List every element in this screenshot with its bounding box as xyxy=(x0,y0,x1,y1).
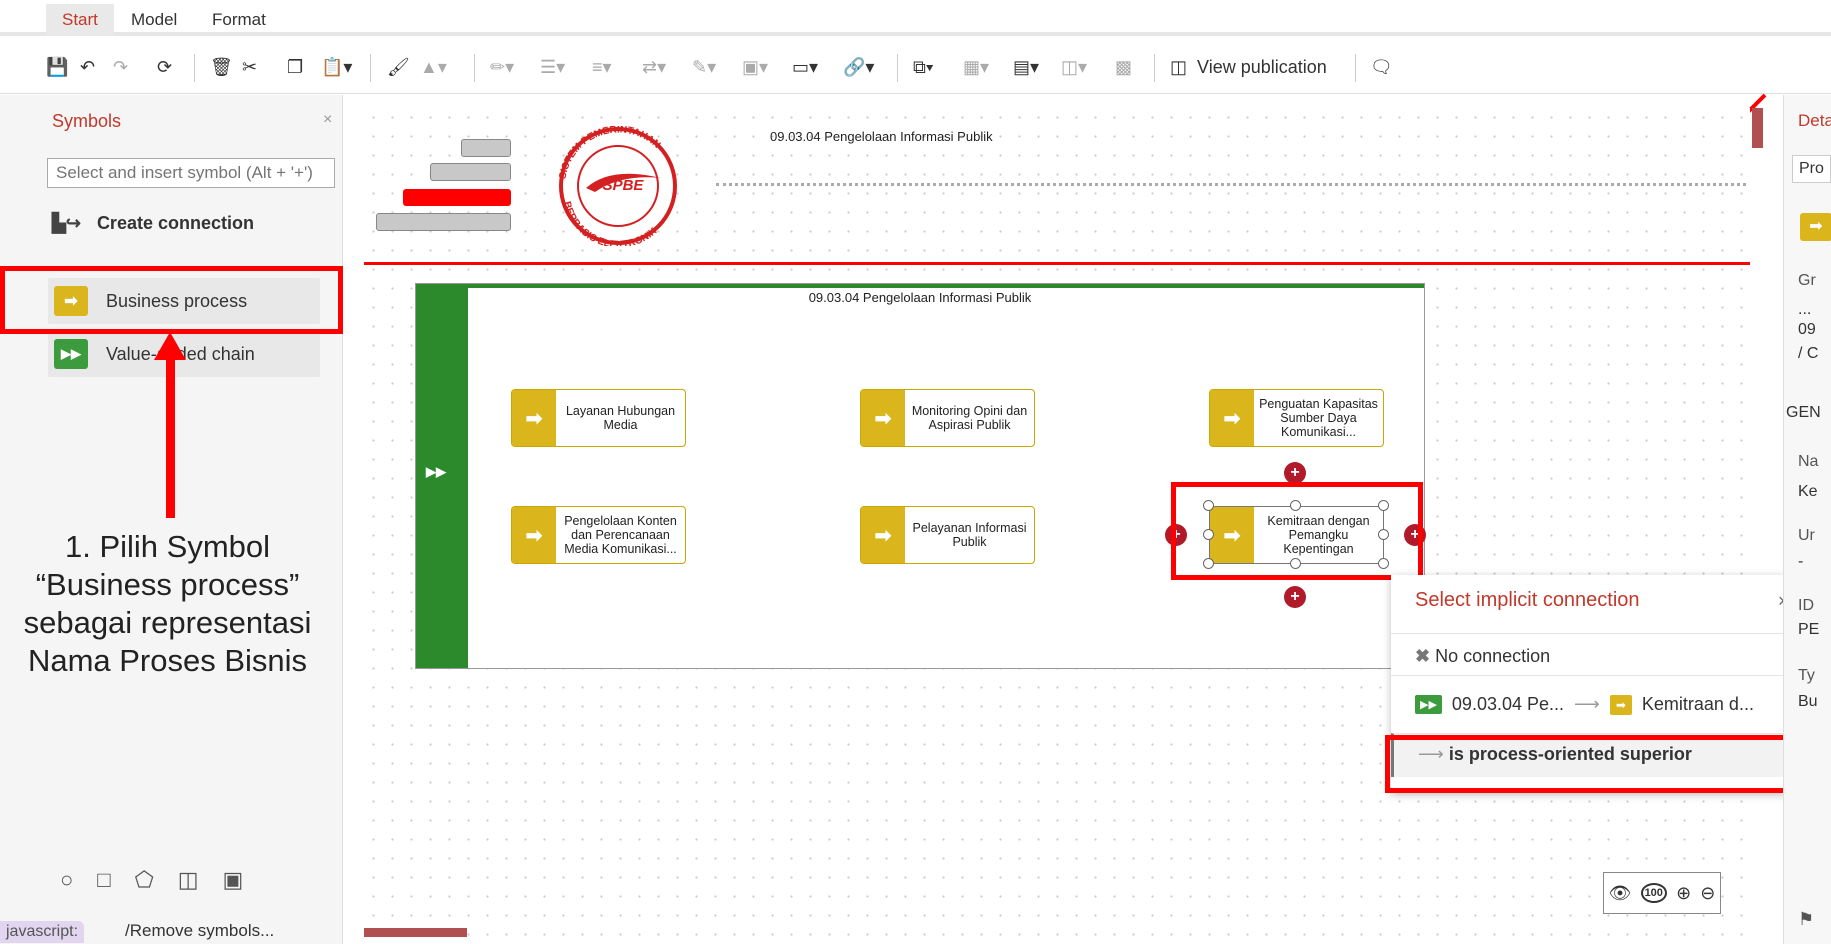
annotation-arrow-up xyxy=(154,332,186,518)
zoom-out-icon[interactable]: ⊖ xyxy=(1700,883,1715,904)
general-section: GEN xyxy=(1786,404,1821,421)
business-process-icon: ➡ xyxy=(861,390,905,446)
vertical-scrollbar[interactable] xyxy=(1752,108,1763,148)
annotation-text: 1. Pilih Symbol “Business process” sebag… xyxy=(23,529,312,678)
process-label: Layanan Hubungan Media xyxy=(565,404,676,432)
no-connection-option[interactable]: ✖ No connection xyxy=(1391,633,1786,675)
process-label: Penguatan Kapasitas Sumber Daya Komunika… xyxy=(1259,397,1378,439)
process-label: Pengelolaan Konten dan Perencanaan Media… xyxy=(564,514,677,556)
legend-bar xyxy=(376,213,511,231)
group-label: Gr xyxy=(1798,272,1816,289)
eye-icon[interactable]: 👁 xyxy=(1609,883,1632,904)
header-dotted-line xyxy=(716,183,1746,186)
business-process-icon: ➡ xyxy=(1210,390,1254,446)
vac-top-bar xyxy=(468,284,1424,288)
type-label: Ty xyxy=(1798,667,1815,684)
group-value: ... xyxy=(1798,301,1812,318)
name-label: Na xyxy=(1798,453,1819,470)
id-label: ID xyxy=(1798,597,1814,614)
business-process-icon: ➡ xyxy=(1800,213,1831,241)
logo-text-center: SPBE xyxy=(603,177,645,194)
details-panel: Deta Pro ➡ Gr ... 09 / C GEN Na Ke Ur - … xyxy=(1783,95,1831,944)
details-title: Deta xyxy=(1798,111,1831,130)
add-connection-icon[interactable]: + xyxy=(1284,462,1306,484)
value-added-chain-icon: ▶▶ xyxy=(426,464,446,479)
model-header-title: 09.03.04 Pengelolaan Informasi Publik xyxy=(770,129,993,144)
business-process-box[interactable]: ➡ Monitoring Opini dan Aspirasi Publik xyxy=(860,389,1035,447)
popup-title: Select implicit connection xyxy=(1415,589,1640,611)
unit-label: Ur xyxy=(1798,527,1815,544)
value-added-chain-icon: ▶▶ xyxy=(1415,695,1442,714)
spbe-logo: SISTEM PEMERINTAHAN BERBASIS ELEKTRONIK … xyxy=(557,126,677,246)
add-connection-icon[interactable]: + xyxy=(1284,586,1306,608)
name-value[interactable]: Ke xyxy=(1798,483,1818,501)
zoom-100-icon[interactable]: 100 xyxy=(1640,883,1667,903)
connection-source: 09.03.04 Pe... xyxy=(1451,694,1565,714)
type-value: Bu xyxy=(1798,693,1818,710)
horizontal-scrollbar[interactable] xyxy=(364,928,467,937)
highlight-relation xyxy=(1385,735,1820,793)
zoom-in-icon[interactable]: ⊕ xyxy=(1676,883,1691,904)
highlight-selected-process xyxy=(1171,482,1423,580)
connection-option[interactable]: ▶▶ 09.03.04 Pe... ⟶ ➡ Kemitraan d... xyxy=(1391,675,1786,733)
tag-icon[interactable]: ⚑ xyxy=(1798,909,1814,930)
header-divider xyxy=(364,262,1750,265)
business-process-icon: ➡ xyxy=(1609,694,1632,715)
x-icon: ✖ xyxy=(1415,646,1431,666)
business-process-box[interactable]: ➡ Pengelolaan Konten dan Perencanaan Med… xyxy=(511,506,686,564)
legend-bar xyxy=(461,139,511,157)
details-tab[interactable]: Pro xyxy=(1792,155,1831,183)
legend-bar-active xyxy=(403,189,511,206)
legend-bar xyxy=(430,163,511,181)
no-connection-label: No connection xyxy=(1435,646,1551,666)
unit-value: - xyxy=(1798,553,1804,570)
value-added-chain-container[interactable]: ▶▶ xyxy=(415,283,1425,669)
group-value: / C xyxy=(1798,345,1819,362)
business-process-icon: ➡ xyxy=(861,507,905,563)
business-process-icon: ➡ xyxy=(512,390,556,446)
zoom-controls: 👁 100 ⊕ ⊖ xyxy=(1603,872,1721,914)
process-label: Monitoring Opini dan Aspirasi Publik xyxy=(911,404,1028,432)
connection-arrow: ⟶ xyxy=(1574,694,1600,714)
business-process-box[interactable]: ➡ Pelayanan Informasi Publik xyxy=(860,506,1035,564)
process-label: Pelayanan Informasi Publik xyxy=(912,521,1027,549)
business-process-box[interactable]: ➡ Penguatan Kapasitas Sumber Daya Komuni… xyxy=(1209,389,1384,447)
id-value: PE xyxy=(1798,621,1820,638)
container-title: 09.03.04 Pengelolaan Informasi Publik xyxy=(808,290,1032,305)
group-value: 09 xyxy=(1798,321,1816,338)
business-process-icon: ➡ xyxy=(512,507,556,563)
connection-target: Kemitraan d... xyxy=(1641,694,1754,714)
business-process-box[interactable]: ➡ Layanan Hubungan Media xyxy=(511,389,686,447)
